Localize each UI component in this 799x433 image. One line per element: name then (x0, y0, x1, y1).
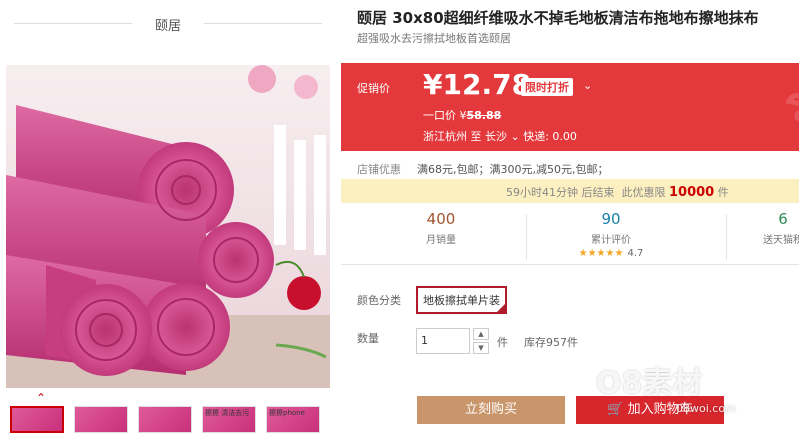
shipping-info: 浙江杭州 至 长沙 ⌄ 快递: 0.00 (423, 128, 577, 144)
delivery-fee: 快递: 0.00 (523, 130, 577, 143)
store-name[interactable]: 颐居 (6, 15, 330, 34)
product-title: 颐居 30x80超细纤维吸水不掉毛地板清洁布拖地布擦地抹布 (357, 9, 759, 27)
thumbnail-5[interactable]: 擦擦phone (266, 406, 320, 433)
thumbnail-caption: 擦擦 清洁去污 (205, 409, 250, 417)
stat-number: 6 (778, 210, 788, 228)
watermark-logo: O8素材 (596, 366, 703, 401)
current-price: ¥12.78 (423, 68, 532, 101)
stock-count: 库存957件 (524, 336, 578, 349)
store-header: 颐居 (6, 10, 330, 38)
quantity-increase-button[interactable]: ▲ (473, 328, 489, 340)
original-price: 一口价 ¥58.88 (423, 107, 501, 123)
product-subtitle: 超强吸水去污擦拭地板首选颐居 (357, 32, 511, 45)
buy-now-button[interactable]: 立刻购买 (417, 396, 565, 424)
thumbnail-4[interactable]: 擦擦 清洁去污 (202, 406, 256, 433)
chevron-down-icon[interactable]: ⌄ (511, 130, 520, 143)
rating-value: 4.7 (627, 248, 644, 259)
store-coupon-row: 店铺优惠 满68元,包邮；满300元,减50元,包邮； (341, 155, 799, 179)
thumbnail-caption: 擦擦phone (269, 409, 305, 417)
original-price-value: 58.88 (466, 109, 502, 122)
quantity-label: 数量 (357, 332, 379, 345)
promo-price-label: 促销价 (357, 82, 390, 95)
price-panel: ร 促销价 ¥12.78 限时打折 ⌄ 一口价 ¥58.88 浙江杭州 至 长沙… (341, 63, 799, 151)
main-product-image[interactable] (6, 65, 330, 388)
thumbnail-3[interactable] (138, 406, 192, 433)
countdown-text: 59小时41分钟 后结束 此优惠限 10000 件 (506, 184, 729, 200)
chevron-up-icon[interactable]: ⌃ (32, 391, 50, 405)
color-option-label: 颜色分类 (357, 294, 401, 307)
ship-to-word: 至 (470, 130, 482, 143)
divider (204, 23, 322, 24)
stat-label: 累计评价 (591, 235, 631, 246)
thumbnail-1[interactable] (10, 406, 64, 433)
watermark-url: 08woi.com (676, 402, 736, 415)
stat-number: 90 (601, 210, 621, 228)
stat-label: 月销量 (426, 235, 456, 246)
quantity-decrease-button[interactable]: ▼ (473, 342, 489, 354)
quantity-input[interactable]: 1 (416, 328, 470, 354)
background-decoration: ร (784, 77, 799, 131)
sales-stats: 400 月销量 90 累计评价 ★★★★★ 4.7 6 送天猫积 (341, 206, 799, 265)
stat-reviews[interactable]: 90 累计评价 ★★★★★ 4.7 (541, 210, 681, 259)
countdown-time: 59小时41分钟 后结束 (506, 186, 615, 199)
towel-rolls-photo (6, 65, 330, 388)
stat-number: 400 (426, 210, 456, 228)
thumbnail-strip: 擦擦 清洁去污 擦擦phone (10, 406, 330, 433)
limit-text: 此优惠限 (621, 186, 666, 199)
limit-unit: 件 (717, 186, 729, 199)
stat-label: 送天猫积 (763, 235, 799, 246)
stat-monthly-sales: 400 月销量 (371, 210, 511, 246)
divider (526, 214, 527, 260)
coupon-text: 满68元,包邮；满300元,减50元,包邮； (417, 163, 609, 176)
ship-to-selector[interactable]: 长沙 (485, 130, 507, 143)
countdown-bar: 59小时41分钟 后结束 此优惠限 10000 件 (341, 179, 799, 203)
stat-points: 6 送天猫积 (713, 210, 799, 246)
limited-discount-badge: 限时打折 (521, 78, 573, 96)
coupon-label: 店铺优惠 (357, 163, 401, 176)
cart-icon: 🛒 (607, 402, 624, 417)
thumbnail-2[interactable] (74, 406, 128, 433)
sku-option-selected[interactable]: 地板擦拭单片装 (416, 286, 507, 314)
limit-quantity: 10000 (669, 185, 715, 200)
original-price-label: 一口价 ¥ (423, 109, 467, 122)
star-icons: ★★★★★ (578, 248, 624, 259)
quantity-unit: 件 (497, 336, 508, 349)
chevron-down-icon[interactable]: ⌄ (583, 79, 592, 92)
rating-stars: ★★★★★ 4.7 (541, 248, 681, 259)
ship-from: 浙江杭州 (423, 130, 467, 143)
